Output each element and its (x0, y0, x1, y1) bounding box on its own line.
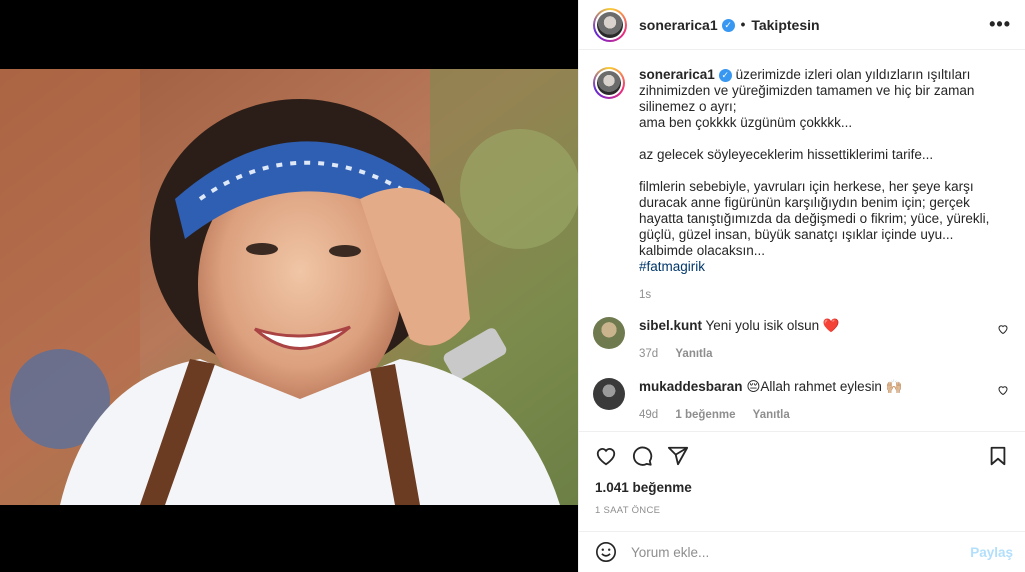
post-timestamp[interactable]: 1 SAAT ÖNCE (595, 505, 1009, 516)
commenter-username[interactable]: sibel.kunt (639, 318, 702, 333)
reply-button[interactable]: Yanıtla (675, 348, 712, 360)
emoji-icon[interactable] (595, 541, 617, 563)
post-header: sonerarica1 ✓ • Takiptesin ••• (579, 0, 1025, 50)
action-icons (595, 432, 1009, 480)
comment-likes-count[interactable]: 1 beğenme (675, 409, 735, 421)
comment-meta: 49d 1 beğenme Yanıtla (639, 409, 989, 421)
comment-meta: 37d Yanıtla (639, 348, 989, 360)
comment-like-heart-icon[interactable] (997, 384, 1009, 396)
commenter-avatar[interactable] (593, 378, 625, 410)
follow-status-button[interactable]: Takiptesin (751, 17, 819, 33)
comment-item: mukaddesbaran 😔Allah rahmet eylesin 🙌🏼 4… (593, 378, 1009, 421)
comment-item: sibel.kunt Yeni yolu isik olsun ❤️ 37d Y… (593, 317, 1009, 360)
caption-author-avatar[interactable] (593, 67, 625, 99)
heart-icon[interactable] (595, 445, 617, 467)
author-avatar[interactable] (593, 7, 627, 42)
post-media[interactable] (0, 0, 578, 572)
comment-input[interactable] (631, 544, 971, 560)
verified-badge-icon: ✓ (721, 19, 735, 33)
separator-dot: • (740, 17, 746, 32)
comments-section[interactable]: sonerarica1 ✓ üzerimizde izleri olan yıld… (579, 51, 1025, 431)
share-icon[interactable] (667, 445, 689, 467)
hashtag-link[interactable]: #fatmagirik (639, 259, 705, 274)
comment-age: 37d (639, 348, 659, 360)
post-actions: 1.041 beğenme 1 SAAT ÖNCE (579, 431, 1025, 530)
comment-icon[interactable] (631, 445, 653, 467)
add-comment-bar: Paylaş (579, 531, 1025, 572)
caption-meta: 1s (639, 289, 1009, 301)
commenter-avatar[interactable] (593, 317, 625, 349)
comment-age: 49d (639, 409, 659, 421)
reply-button[interactable]: Yanıtla (753, 409, 790, 421)
portrait-image (0, 69, 578, 505)
comment-text: Yeni yolu isik olsun ❤️ (705, 318, 840, 333)
likes-count[interactable]: 1.041 beğenme (595, 480, 1009, 495)
caption-text-block: sonerarica1 ✓ üzerimizde izleri olan yıld… (639, 67, 1009, 275)
caption-age: 1s (639, 289, 652, 301)
caption: sonerarica1 ✓ üzerimizde izleri olan yıld… (593, 67, 1009, 301)
post-photo[interactable] (0, 69, 578, 505)
post-comment-button[interactable]: Paylaş (970, 545, 1013, 560)
caption-text: üzerimizde izleri olan yıldızların ışılt… (639, 67, 990, 258)
comment-text: 😔Allah rahmet eylesin 🙌🏼 (746, 379, 903, 394)
comment-like-heart-icon[interactable] (997, 323, 1009, 335)
post-side-panel: sonerarica1 ✓ • Takiptesin ••• sonerarica… (578, 0, 1025, 572)
more-options-icon[interactable]: ••• (989, 14, 1011, 35)
verified-badge-icon: ✓ (718, 68, 732, 82)
commenter-username[interactable]: mukaddesbaran (639, 379, 743, 394)
caption-username[interactable]: sonerarica1 (639, 67, 715, 82)
bookmark-icon[interactable] (987, 445, 1009, 467)
author-username[interactable]: sonerarica1 ✓ (639, 17, 735, 33)
